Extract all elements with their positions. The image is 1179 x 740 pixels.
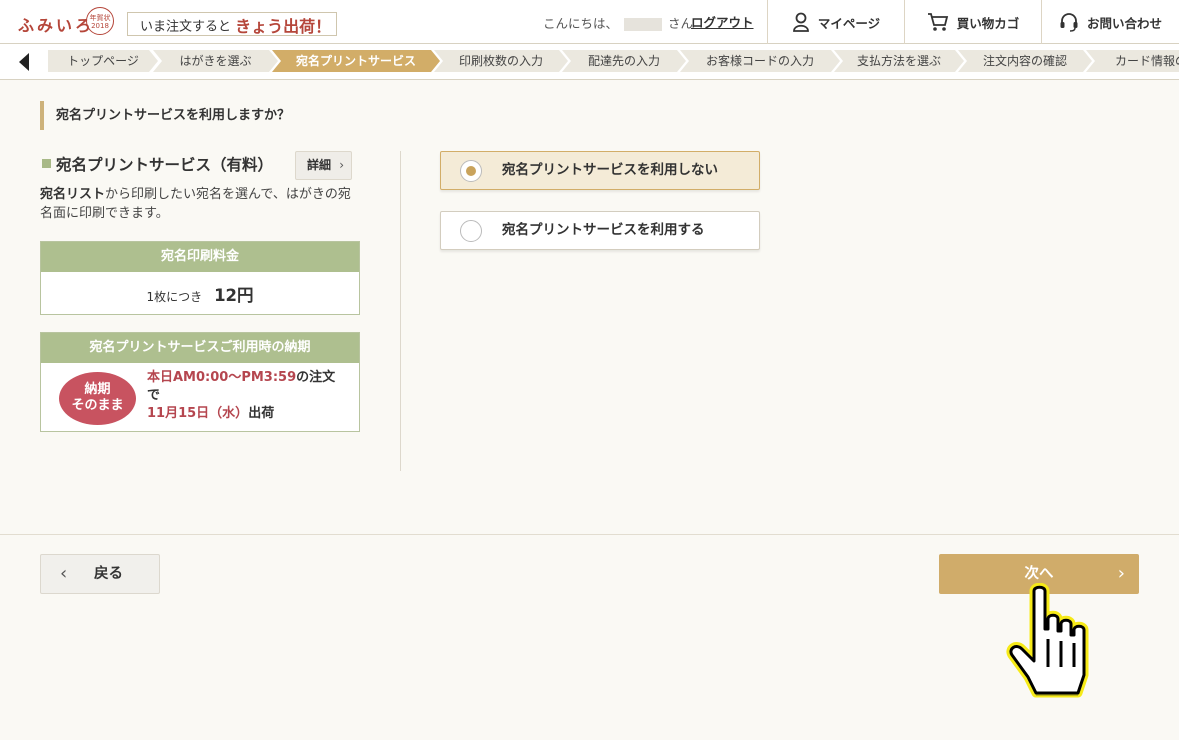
chevron-right-icon: ›	[1117, 563, 1125, 584]
breadcrumb-step-current: 宛名プリントサービス	[272, 50, 440, 72]
logout-link[interactable]: ログアウト	[691, 12, 754, 31]
option-use[interactable]: 宛名プリントサービスを利用する	[440, 211, 760, 250]
square-bullet-icon	[42, 159, 51, 168]
back-button[interactable]: ‹ 戻る	[40, 554, 160, 594]
page-question: 宛名プリントサービスを利用しますか？	[40, 101, 290, 130]
breadcrumb-step: 配達先の入力	[562, 50, 686, 72]
logo-seal: 年賀状2018	[86, 7, 114, 35]
triangle-left-icon	[19, 53, 29, 71]
site-logo[interactable]: ふみいろ 年賀状2018	[18, 6, 114, 38]
column-divider	[400, 151, 401, 471]
breadcrumb-back-arrow[interactable]	[12, 52, 36, 72]
ship-suffix: 出荷	[248, 406, 275, 421]
order-time-range: 本日AM0:00〜PM3:59	[147, 370, 297, 385]
greeting-prefix: こんにちは、	[543, 16, 619, 31]
breadcrumb-step[interactable]: はがきを選ぶ	[153, 50, 278, 72]
price-box: 宛名印刷料金 1枚につき 12円	[40, 241, 360, 315]
breadcrumb-step: お客様コードの入力	[680, 50, 840, 72]
next-button-label: 次へ	[1024, 566, 1054, 582]
banner-highlight: きょう出荷！	[235, 17, 332, 36]
breadcrumb: トップページ はがきを選ぶ 宛名プリントサービス 印刷枚数の入力 配達先の入力 …	[0, 44, 1179, 80]
detail-button[interactable]: 詳細 ›	[295, 151, 352, 180]
price-box-title: 宛名印刷料金	[41, 242, 359, 272]
chevron-right-icon: ›	[339, 158, 344, 172]
badge-line1: 納期	[84, 382, 111, 397]
price-unit-label: 1枚につき	[146, 290, 203, 304]
option-label: 宛名プリントサービスを利用する	[502, 222, 705, 238]
mypage-label: マイページ	[817, 15, 881, 31]
service-title-text: 宛名プリントサービス（有料）	[56, 156, 274, 174]
footer-divider	[0, 534, 1179, 535]
user-icon	[792, 12, 809, 32]
service-title: 宛名プリントサービス（有料）	[42, 153, 273, 175]
price-row: 1枚につき 12円	[41, 272, 359, 306]
inquiry-link[interactable]: お問い合わせ	[1041, 0, 1179, 44]
cart-icon	[927, 13, 948, 31]
mypage-link[interactable]: マイページ	[767, 0, 904, 44]
delivery-badge: 納期 そのまま	[59, 372, 136, 425]
price-amount: 12円	[214, 286, 254, 305]
detail-button-label: 詳細	[307, 158, 332, 172]
back-button-label: 戻る	[94, 566, 123, 582]
logo-text: ふみいろ	[18, 16, 95, 35]
badge-line2: そのまま	[71, 398, 124, 413]
radio-button-unchecked[interactable]	[460, 220, 482, 242]
same-day-shipping-banner: いま注文すると きょう出荷！	[127, 12, 337, 36]
breadcrumb-step[interactable]: トップページ	[48, 50, 158, 72]
cart-label: 買い物カゴ	[956, 15, 1020, 31]
greeting: こんにちは、 さん	[543, 13, 693, 32]
address-list-term: 宛名リスト	[40, 187, 106, 202]
delivery-text: 本日AM0:00〜PM3:59の注文で 11月15日（水）出荷	[147, 369, 347, 423]
delivery-box-title: 宛名プリントサービスご利用時の納期	[41, 333, 359, 363]
breadcrumb-step: 印刷枚数の入力	[434, 50, 568, 72]
breadcrumb-step: 支払方法を選ぶ	[834, 50, 964, 72]
service-description: 宛名リストから印刷したい宛名を選んで、はがきの宛名面に印刷できます。	[40, 185, 360, 223]
chevron-left-icon: ‹	[60, 563, 68, 584]
site-header: ふみいろ 年賀状2018 いま注文すると きょう出荷！ こんにちは、 さん ログア…	[0, 0, 1179, 44]
delivery-box: 宛名プリントサービスご利用時の納期 納期 そのまま 本日AM0:00〜PM3:5…	[40, 332, 360, 432]
inquiry-label: お問い合わせ	[1086, 15, 1162, 31]
greeting-suffix: さん	[668, 16, 694, 31]
option-do-not-use[interactable]: 宛名プリントサービスを利用しない	[440, 151, 760, 190]
cart-link[interactable]: 買い物カゴ	[904, 0, 1041, 44]
blurred-username	[624, 18, 663, 31]
hand-pointer-cursor-icon	[1006, 583, 1089, 698]
headset-icon	[1060, 13, 1078, 32]
option-label: 宛名プリントサービスを利用しない	[502, 162, 718, 178]
radio-button-checked[interactable]	[460, 160, 482, 182]
breadcrumb-step: 注文内容の確認	[958, 50, 1092, 72]
ship-date: 11月15日（水）	[147, 406, 249, 421]
banner-prefix: いま注文すると	[140, 19, 232, 35]
breadcrumb-step: カード情報の	[1086, 50, 1179, 72]
